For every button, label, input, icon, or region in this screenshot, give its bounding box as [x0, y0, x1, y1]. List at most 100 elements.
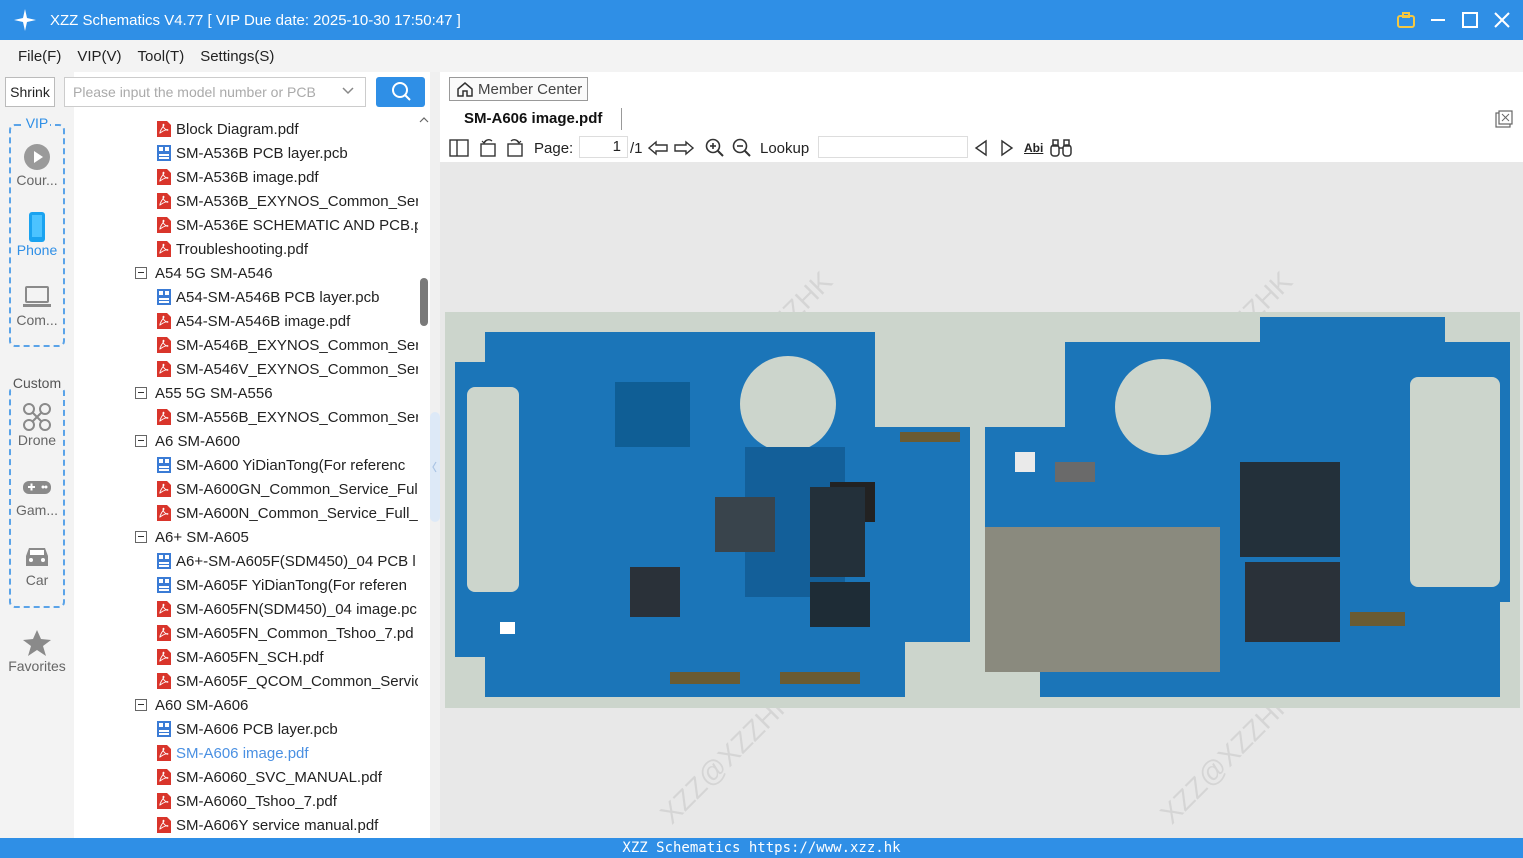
- tree-file[interactable]: SM-A606 PCB layer.pcb: [157, 717, 418, 741]
- maximize-button[interactable]: [1461, 11, 1479, 29]
- tree-folder[interactable]: A60 SM-A606: [135, 693, 418, 717]
- tree-file[interactable]: A6+-SM-A605F(SDM450)_04 PCB l: [157, 549, 418, 573]
- tree-file[interactable]: SM-A546B_EXYNOS_Common_Serv: [157, 333, 418, 357]
- binoculars-icon[interactable]: [1050, 138, 1072, 158]
- menu-tool[interactable]: Tool(T): [138, 48, 185, 65]
- tree-item-label: Troubleshooting.pdf: [176, 240, 309, 258]
- tree-file[interactable]: SM-A536B_EXYNOS_Common_Serv: [157, 189, 418, 213]
- laptop-icon: [0, 282, 74, 312]
- nav-item-car[interactable]: Car: [0, 542, 74, 588]
- shrink-button[interactable]: Shrink: [5, 77, 55, 107]
- chevron-down-icon[interactable]: [341, 84, 355, 101]
- tree-folder[interactable]: A54 5G SM-A546: [135, 261, 418, 285]
- gamepad-icon: [0, 472, 74, 502]
- tree-file[interactable]: Troubleshooting.pdf: [157, 237, 418, 261]
- zoom-in-icon[interactable]: [705, 138, 725, 158]
- tree-file[interactable]: SM-A605FN_Common_Tshoo_7.pd: [157, 621, 418, 645]
- match-case-toggle[interactable]: Abi: [1024, 138, 1043, 158]
- tree-item-label: SM-A605FN_SCH.pdf: [176, 648, 324, 666]
- zoom-out-icon[interactable]: [732, 138, 752, 158]
- tree-file[interactable]: SM-A6060_SVC_MANUAL.pdf: [157, 765, 418, 789]
- nav-item-phone[interactable]: Phone: [0, 212, 74, 258]
- custom-group-label: Custom: [10, 375, 64, 391]
- tree-folder[interactable]: A6 SM-A600: [135, 429, 418, 453]
- tree-file[interactable]: SM-A600 YiDianTong(For referenc: [157, 453, 418, 477]
- page-number-input[interactable]: 1: [579, 136, 628, 158]
- close-button[interactable]: [1493, 11, 1511, 29]
- tree-file[interactable]: SM-A605FN(SDM450)_04 image.pc: [157, 597, 418, 621]
- tree-item-label: SM-A546V_EXYNOS_Common_Serv: [176, 360, 418, 378]
- menu-vip[interactable]: VIP(V): [77, 48, 121, 65]
- pdf-file-icon: [157, 649, 176, 665]
- pdf-file-icon: [157, 481, 176, 497]
- pane-splitter[interactable]: [430, 72, 440, 838]
- tree-file[interactable]: SM-A606 image.pdf: [157, 741, 418, 765]
- tree-scrollbar[interactable]: [418, 112, 430, 838]
- tree-file[interactable]: SM-A606Y service manual.pdf: [157, 813, 418, 837]
- search-input[interactable]: Please input the model number or PCB: [64, 77, 366, 107]
- tree-item-label: SM-A536B_EXYNOS_Common_Serv: [176, 192, 418, 210]
- drone-icon: [0, 402, 74, 432]
- tree-scrollbar-thumb[interactable]: [420, 278, 428, 326]
- tree-file[interactable]: SM-A536E SCHEMATIC AND PCB.p: [157, 213, 418, 237]
- rotate-left-icon[interactable]: [478, 138, 498, 158]
- pdf-file-icon: [157, 745, 176, 761]
- menu-settings[interactable]: Settings(S): [200, 48, 274, 65]
- nav-item-courses[interactable]: Cour...: [0, 142, 74, 188]
- tree-file[interactable]: SM-A605F YiDianTong(For referen: [157, 573, 418, 597]
- nav-item-favorites[interactable]: Favorites: [0, 628, 74, 674]
- tree-file[interactable]: SM-A556B_EXYNOS_Common_Serv: [157, 405, 418, 429]
- pdf-viewer[interactable]: XZZ@XZZHK XZZ@XZZHK XZZ@XZZHK XZZ@XZZHK: [440, 162, 1523, 838]
- tree-file[interactable]: A54-SM-A546B image.pdf: [157, 309, 418, 333]
- tree-folder[interactable]: A6+ SM-A605: [135, 525, 418, 549]
- minimize-button[interactable]: [1429, 11, 1447, 29]
- nav-item-label: Com...: [16, 312, 58, 328]
- collapse-toggle-icon[interactable]: [135, 267, 147, 279]
- tree-item-label: A6+-SM-A605F(SDM450)_04 PCB l: [176, 552, 416, 570]
- tree-file[interactable]: SM-A536B PCB layer.pcb: [157, 141, 418, 165]
- scroll-up-icon[interactable]: [418, 114, 430, 126]
- tree-file[interactable]: SM-A546V_EXYNOS_Common_Serv: [157, 357, 418, 381]
- tree-file[interactable]: A54-SM-A546B PCB layer.pcb: [157, 285, 418, 309]
- category-sidebar: Shrink VIP Cour... Phone Com... Custom D…: [0, 72, 74, 838]
- nav-item-computer[interactable]: Com...: [0, 282, 74, 328]
- collapse-toggle-icon[interactable]: [135, 435, 147, 447]
- collapse-handle[interactable]: [430, 412, 440, 522]
- pcb-file-icon: [157, 289, 176, 305]
- menu-file[interactable]: File(F): [18, 48, 61, 65]
- tree-item-label: SM-A536B PCB layer.pcb: [176, 144, 348, 162]
- close-tab-icon[interactable]: [1495, 110, 1513, 128]
- tree-file[interactable]: Block Diagram.pdf: [157, 117, 418, 141]
- prev-page-icon[interactable]: [648, 138, 668, 158]
- pcb-file-icon: [157, 145, 176, 161]
- find-next-icon[interactable]: [999, 138, 1015, 158]
- next-page-icon[interactable]: [674, 138, 694, 158]
- pdf-file-icon: [157, 361, 176, 377]
- tree-item-label: A60 SM-A606: [155, 696, 249, 714]
- tree-item-label: SM-A605F_QCOM_Common_Servic: [176, 672, 418, 690]
- rotate-right-icon[interactable]: [505, 138, 525, 158]
- tree-file[interactable]: SM-A600N_Common_Service_Full_: [157, 501, 418, 525]
- collapse-toggle-icon[interactable]: [135, 699, 147, 711]
- sidebar-toggle-icon[interactable]: [449, 138, 469, 158]
- tree-folder[interactable]: A55 5G SM-A556: [135, 381, 418, 405]
- briefcase-icon[interactable]: [1397, 11, 1415, 29]
- nav-item-drone[interactable]: Drone: [0, 402, 74, 448]
- nav-item-gaming[interactable]: Gam...: [0, 472, 74, 518]
- find-prev-icon[interactable]: [973, 138, 989, 158]
- tree-item-label: SM-A6060_Tshoo_7.pdf: [176, 792, 337, 810]
- tree-item-label: SM-A6060_SVC_MANUAL.pdf: [176, 768, 382, 786]
- tree-file[interactable]: SM-A6060_Tshoo_7.pdf: [157, 789, 418, 813]
- tree-file[interactable]: SM-A600GN_Common_Service_Ful: [157, 477, 418, 501]
- pdf-file-icon: [157, 793, 176, 809]
- collapse-toggle-icon[interactable]: [135, 531, 147, 543]
- lookup-input[interactable]: [818, 136, 968, 158]
- tree-file[interactable]: SM-A605F_QCOM_Common_Servic: [157, 669, 418, 693]
- tree-file[interactable]: SM-A536B image.pdf: [157, 165, 418, 189]
- tab-document[interactable]: SM-A606 image.pdf: [464, 110, 602, 127]
- member-center-button[interactable]: Member Center: [449, 77, 588, 101]
- tree-file[interactable]: SM-A605FN_SCH.pdf: [157, 645, 418, 669]
- tree-item-label: A6+ SM-A605: [155, 528, 249, 546]
- search-button[interactable]: [376, 77, 425, 107]
- collapse-toggle-icon[interactable]: [135, 387, 147, 399]
